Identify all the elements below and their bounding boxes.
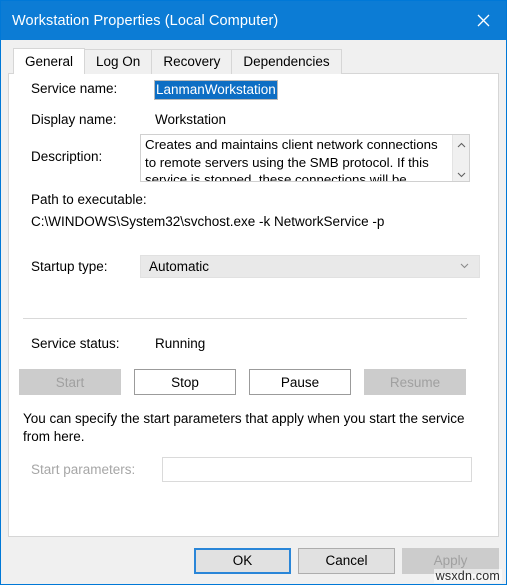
service-status-value: Running — [155, 336, 206, 351]
tab-dependencies-label: Dependencies — [243, 54, 330, 69]
service-status-row: Service status: Running — [31, 336, 205, 351]
chevron-down-icon[interactable] — [459, 258, 470, 276]
tab-log-on-label: Log On — [96, 54, 141, 69]
window-title: Workstation Properties (Local Computer) — [12, 12, 279, 29]
close-icon — [477, 14, 490, 27]
service-properties-dialog: Workstation Properties (Local Computer) … — [0, 0, 507, 585]
stop-button-label: Stop — [171, 374, 199, 390]
path-value-row: C:\WINDOWS\System32\svchost.exe -k Netwo… — [31, 214, 384, 229]
dialog-frame: General Log On Recovery Dependencies Ser… — [1, 40, 506, 537]
stop-button[interactable]: Stop — [134, 369, 236, 395]
service-status-label: Service status: — [31, 336, 120, 351]
path-to-executable-label: Path to executable: — [31, 192, 147, 207]
tab-general[interactable]: General — [13, 48, 86, 74]
watermark: wsxdn.com — [433, 569, 502, 583]
start-parameters-input[interactable] — [162, 457, 472, 482]
description-scrollbar[interactable] — [452, 135, 469, 181]
description-box[interactable]: Creates and maintains client network con… — [140, 134, 470, 182]
tab-recovery[interactable]: Recovery — [151, 49, 233, 74]
section-divider — [23, 318, 467, 319]
close-button[interactable] — [460, 1, 506, 40]
startup-type-label: Startup type: — [31, 259, 108, 274]
resume-button[interactable]: Resume — [364, 369, 466, 395]
start-button-label: Start — [55, 374, 85, 390]
tab-dependencies[interactable]: Dependencies — [231, 49, 342, 74]
display-name-label: Display name: — [31, 112, 117, 127]
title-bar: Workstation Properties (Local Computer) — [1, 1, 506, 40]
pause-button-label: Pause — [280, 374, 320, 390]
service-name-row: Service name: LanmanWorkstation — [31, 81, 277, 99]
chevron-down-icon[interactable] — [456, 167, 467, 178]
cancel-button-label: Cancel — [325, 553, 368, 568]
tab-page-general: Service name: LanmanWorkstation Display … — [8, 73, 499, 537]
chevron-up-icon[interactable] — [456, 138, 467, 149]
service-name-label: Service name: — [31, 81, 118, 96]
service-name-value[interactable]: LanmanWorkstation — [155, 81, 277, 99]
description-label: Description: — [31, 149, 103, 164]
tab-log-on[interactable]: Log On — [84, 49, 153, 74]
path-label-row: Path to executable: — [31, 192, 147, 207]
start-parameters-hint: You can specify the start parameters tha… — [23, 411, 465, 444]
ok-button-label: OK — [232, 553, 253, 568]
resume-button-label: Resume — [389, 374, 441, 390]
display-name-value: Workstation — [155, 112, 227, 127]
startup-type-dropdown[interactable]: Automatic — [140, 255, 480, 278]
service-control-buttons: Start Stop Pause Resume — [19, 369, 479, 395]
dialog-footer: OK Cancel Apply wsxdn.com — [1, 537, 506, 584]
startup-type-value: Automatic — [149, 259, 210, 274]
description-row: Description: — [31, 149, 155, 164]
startup-type-row: Startup type: — [31, 259, 155, 274]
tab-strip: General Log On Recovery Dependencies — [8, 48, 499, 74]
ok-button[interactable]: OK — [194, 547, 291, 574]
apply-button-label: Apply — [433, 553, 468, 568]
cancel-button[interactable]: Cancel — [298, 547, 395, 574]
path-to-executable-value: C:\WINDOWS\System32\svchost.exe -k Netwo… — [31, 214, 385, 229]
tab-recovery-label: Recovery — [163, 54, 221, 69]
tab-general-label: General — [25, 54, 74, 69]
pause-button[interactable]: Pause — [249, 369, 351, 395]
display-name-row: Display name: Workstation — [31, 112, 226, 127]
description-value: Creates and maintains client network con… — [145, 137, 438, 181]
start-parameters-label: Start parameters: — [31, 462, 136, 477]
start-button[interactable]: Start — [19, 369, 121, 395]
